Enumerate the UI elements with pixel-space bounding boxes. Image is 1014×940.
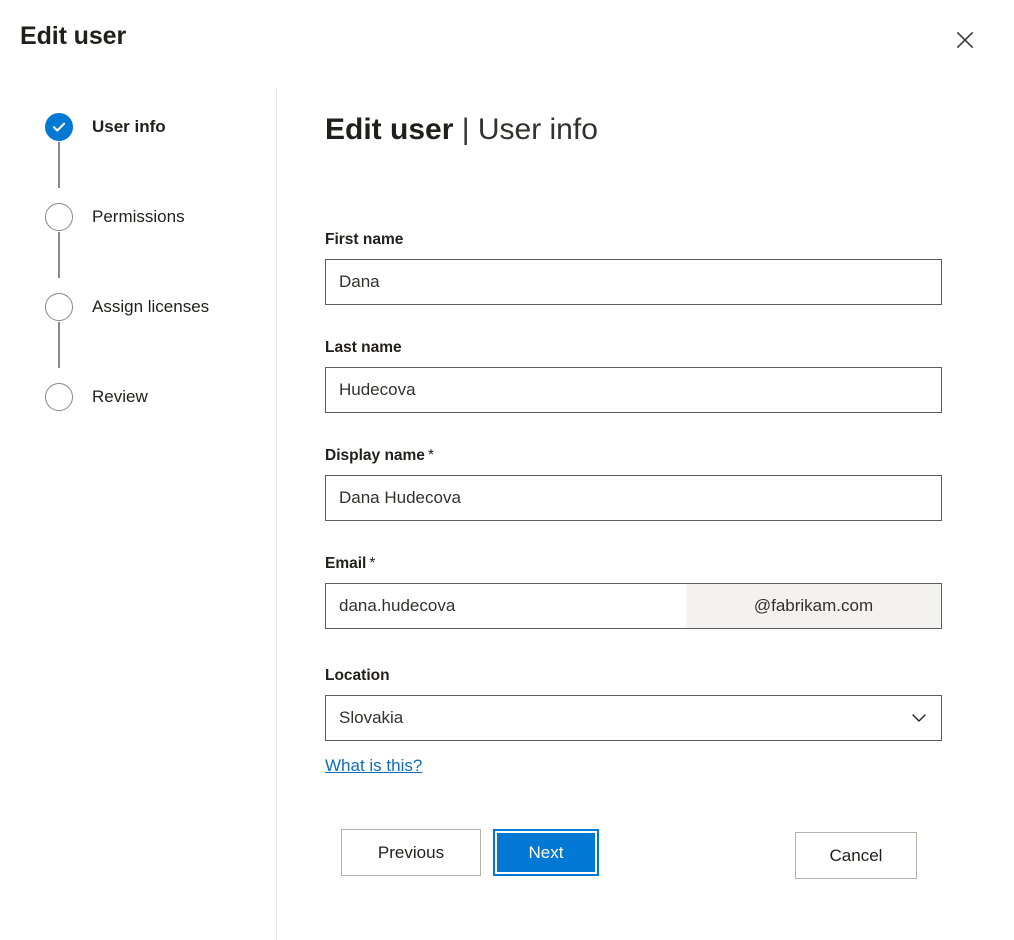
location-dropdown[interactable]: Slovakia [325,695,942,741]
first-name-input[interactable] [326,260,941,304]
step-marker-pending [45,203,73,231]
email-domain-suffix: @fabrikam.com [686,584,941,628]
location-selected-value: Slovakia [326,696,897,740]
field-first-name: First name [325,230,942,305]
field-display-name: Display name* [325,446,942,521]
email-input[interactable] [326,584,686,628]
previous-button[interactable]: Previous [341,829,481,876]
display-name-label: Display name* [325,446,942,466]
stepper-item-permissions[interactable]: Permissions [0,188,276,278]
first-name-input-wrapper[interactable] [325,259,942,305]
field-last-name: Last name [325,338,942,413]
step-connector [58,322,60,368]
stepper-item-user-info[interactable]: User info [0,98,276,188]
content-divider [276,88,277,940]
cancel-button[interactable]: Cancel [795,832,917,879]
what-is-this-link[interactable]: What is this? [325,754,422,778]
step-marker-pending [45,383,73,411]
section-heading-secondary: User info [478,113,598,146]
field-location: Location Slovakia [325,666,942,741]
step-marker-completed [45,113,73,141]
stepper-item-assign-licenses[interactable]: Assign licenses [0,278,276,368]
close-icon [955,30,975,50]
required-asterisk: * [366,555,375,572]
display-name-label-text: Display name [325,447,425,464]
close-button[interactable] [942,17,988,63]
field-email: Email* @fabrikam.com [325,554,942,629]
wizard-stepper: User info Permissions Assign licenses Re… [0,98,276,412]
email-label-text: Email [325,555,366,572]
last-name-label: Last name [325,338,942,358]
last-name-input-wrapper[interactable] [325,367,942,413]
stepper-item-review[interactable]: Review [0,368,276,412]
last-name-input[interactable] [326,368,941,412]
step-marker-pending [45,293,73,321]
step-connector [58,142,60,188]
chevron-down-icon[interactable] [897,696,941,740]
display-name-input[interactable] [326,476,941,520]
page-title: Edit user [20,22,126,51]
check-icon [51,119,67,135]
section-heading-primary: Edit user [325,113,453,146]
location-label: Location [325,666,942,686]
next-button[interactable]: Next [493,829,599,876]
email-label: Email* [325,554,942,574]
stepper-item-label: User info [92,115,166,139]
stepper-item-label: Assign licenses [92,295,209,319]
section-heading: Edit user | User info [325,110,598,150]
section-heading-separator: | [453,113,477,146]
email-input-wrapper[interactable]: @fabrikam.com [325,583,942,629]
stepper-item-label: Permissions [92,205,185,229]
display-name-input-wrapper[interactable] [325,475,942,521]
step-connector [58,232,60,278]
first-name-label: First name [325,230,942,250]
required-asterisk: * [425,447,434,464]
stepper-item-label: Review [92,385,148,409]
